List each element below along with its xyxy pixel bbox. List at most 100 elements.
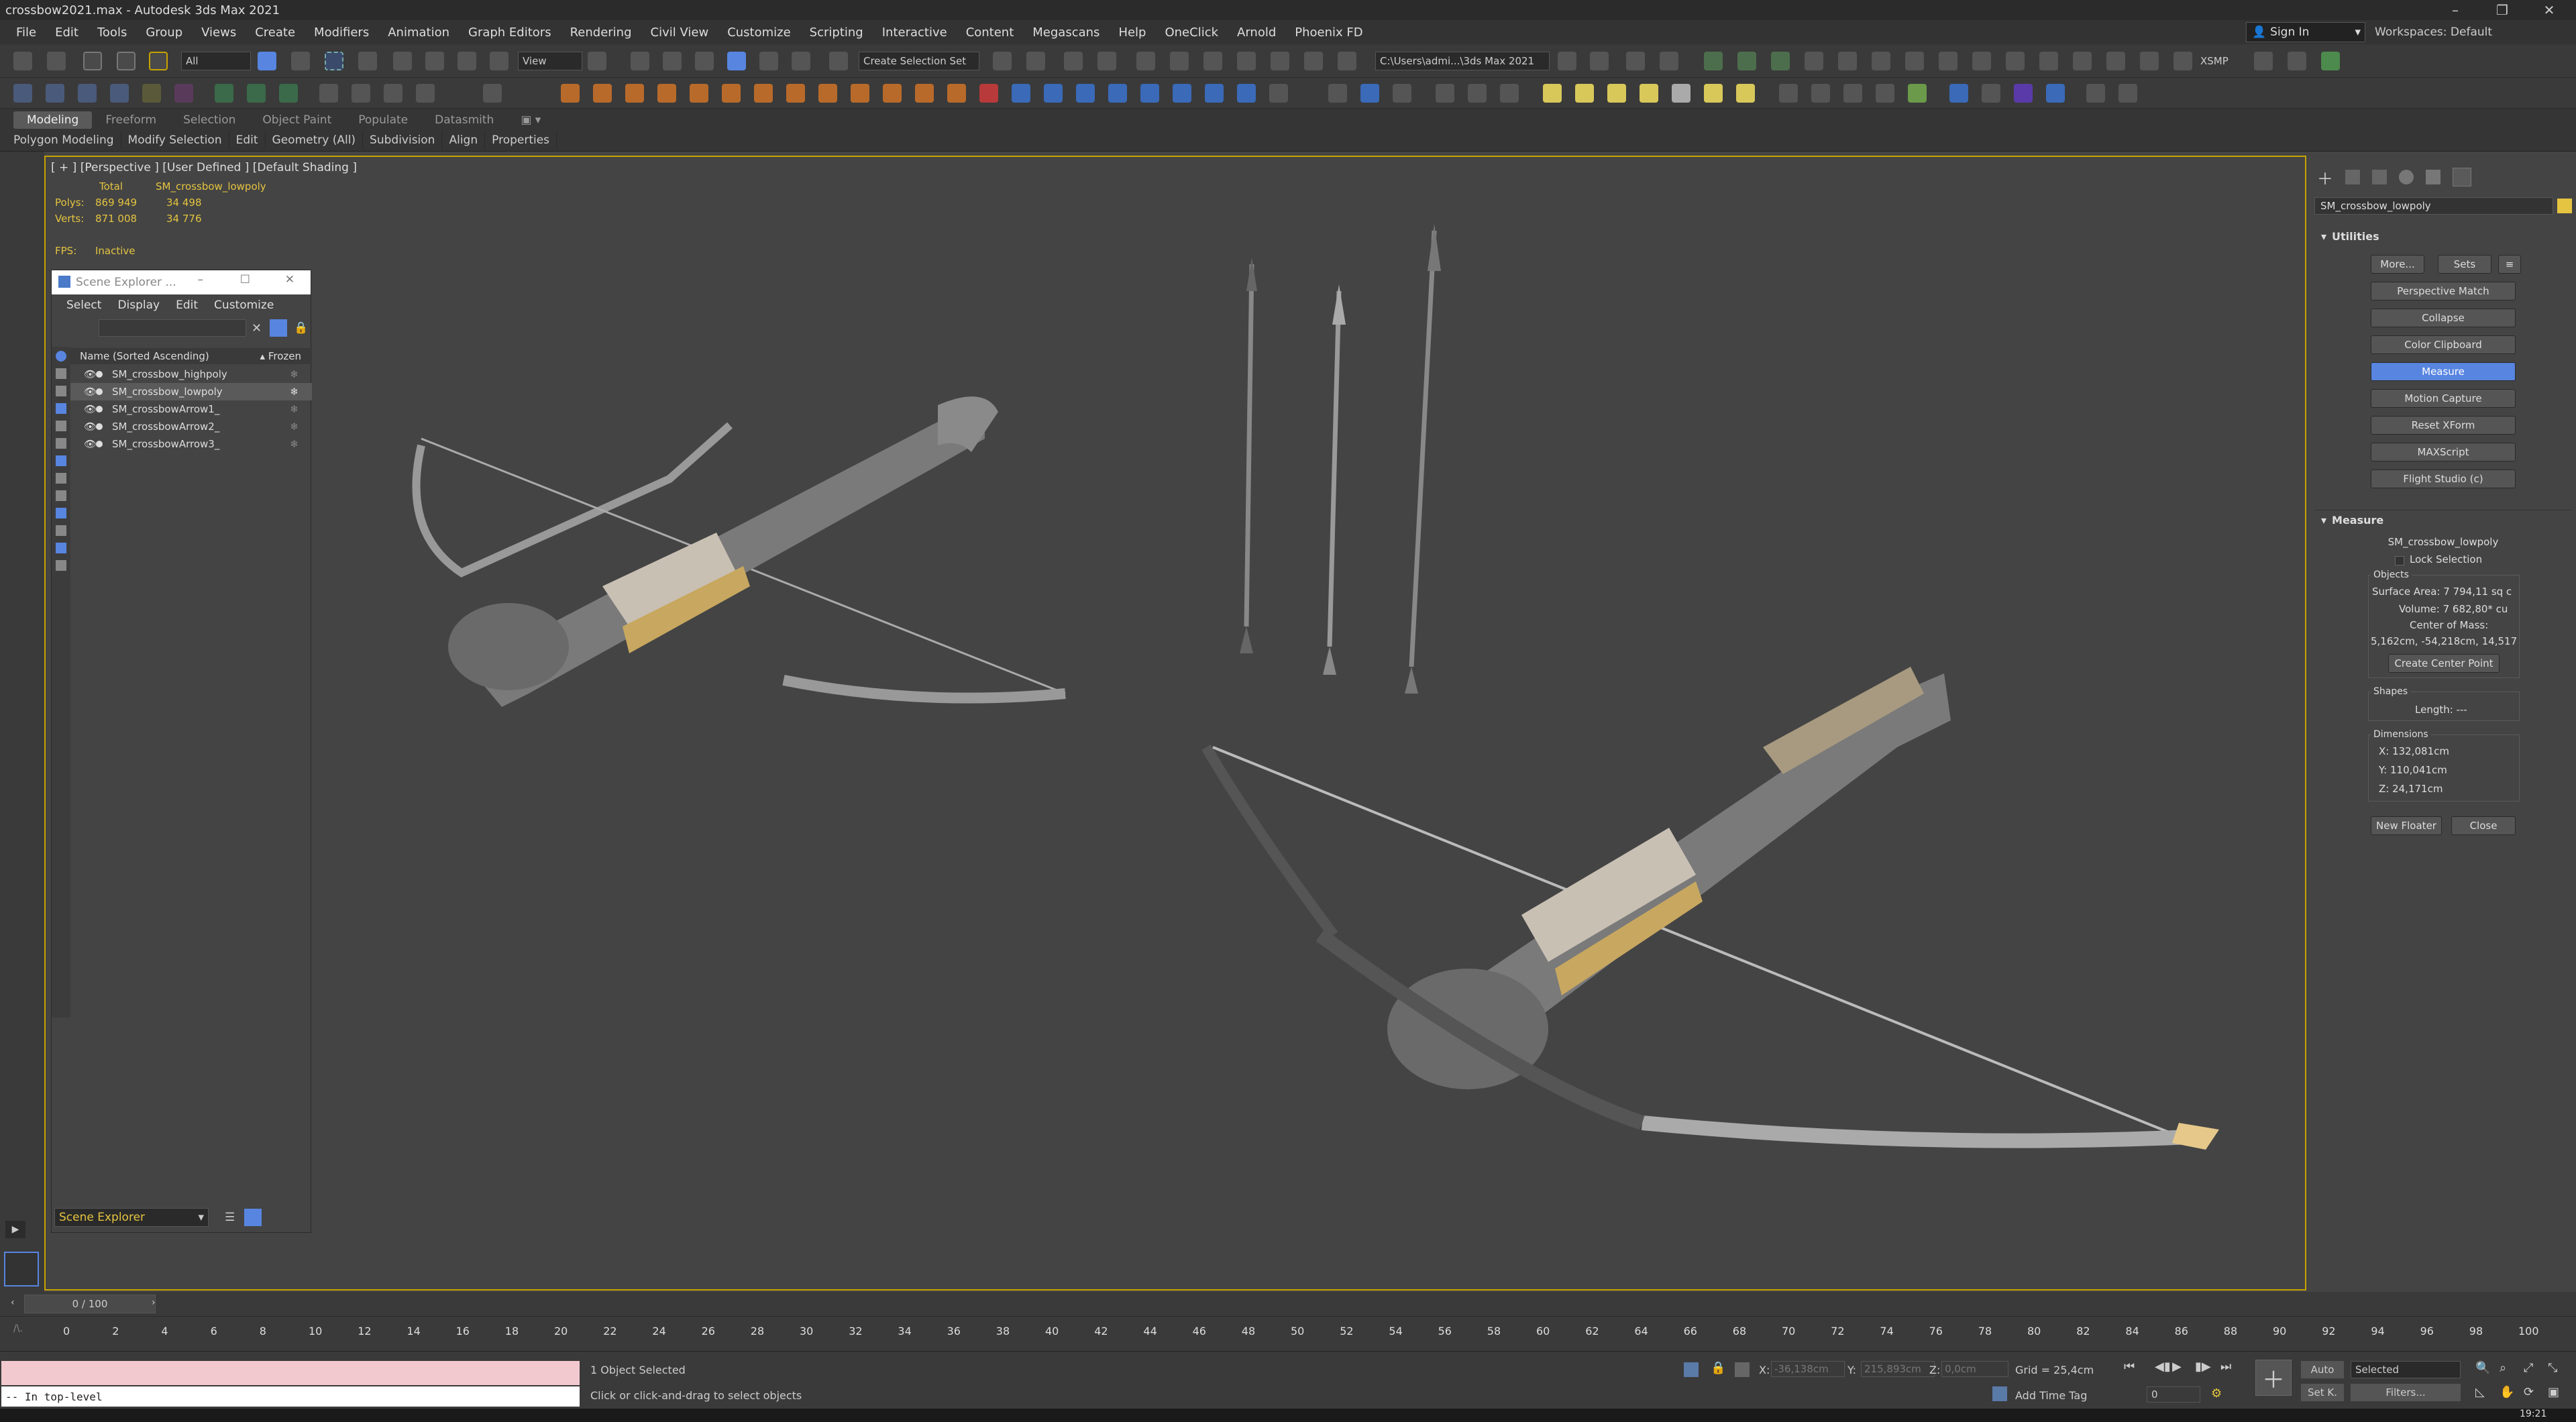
- expand-layout-icon[interactable]: ▶: [5, 1221, 25, 1238]
- z-coord-field[interactable]: 0,0cm: [1941, 1361, 2008, 1377]
- play-animation-icon[interactable]: ▶: [2172, 1360, 2182, 1374]
- scene-explorer-menu-display[interactable]: Display: [109, 298, 168, 312]
- scene-explorer-window[interactable]: Scene Explorer ... – ☐ ✕ Select Display …: [51, 270, 312, 1233]
- scene-row[interactable]: 👁 SM_crossbow_lowpoly ❄: [70, 383, 312, 400]
- menu-tools[interactable]: Tools: [88, 25, 136, 40]
- menu-customize[interactable]: Customize: [718, 25, 800, 40]
- menu-civil-view[interactable]: Civil View: [641, 25, 718, 40]
- render-production-icon[interactable]: [1338, 52, 1356, 70]
- phoenix-fire-icon-4[interactable]: [657, 84, 676, 103]
- phoenix-fire-icon-1[interactable]: [561, 84, 580, 103]
- scene-explorer-menu-customize[interactable]: Customize: [206, 298, 282, 312]
- auto-key-button[interactable]: Auto: [2301, 1361, 2344, 1378]
- render-icon-5[interactable]: [2086, 84, 2105, 103]
- pause-icon[interactable]: [384, 84, 402, 103]
- anim-tool-icon-4[interactable]: [319, 84, 338, 103]
- eye-icon[interactable]: 👁: [84, 421, 97, 433]
- display-cameras-icon[interactable]: [56, 421, 66, 431]
- configure-sets-icon[interactable]: ≡: [2498, 255, 2521, 274]
- render-icon-3[interactable]: [2014, 84, 2033, 103]
- plugin-icon-11[interactable]: [2039, 52, 2058, 70]
- window-crossing-icon[interactable]: [358, 52, 377, 70]
- phoenix-fire-icon-10[interactable]: [851, 84, 869, 103]
- utilities-tab-icon[interactable]: [2453, 168, 2471, 186]
- phoenix-liquid-icon-2[interactable]: [1044, 84, 1063, 103]
- select-object-icon[interactable]: [258, 52, 276, 70]
- container-icon-1[interactable]: [13, 84, 32, 103]
- light-icon-4[interactable]: [1640, 84, 1658, 103]
- render-toggle-icon[interactable]: [96, 423, 103, 430]
- scene-row[interactable]: 👁 SM_crossbowArrow2_ ❄: [70, 418, 312, 435]
- select-by-name-icon[interactable]: [291, 52, 310, 70]
- plugin-icon-4[interactable]: [1805, 52, 1823, 70]
- display-geometry-icon[interactable]: [56, 368, 66, 379]
- phoenix-fire-icon-5[interactable]: [690, 84, 708, 103]
- display-groups-icon[interactable]: [56, 473, 66, 484]
- vray-icon-3[interactable]: [1393, 84, 1411, 103]
- key-filters-button[interactable]: Filters...: [2351, 1384, 2461, 1401]
- create-center-point-button[interactable]: Create Center Point: [2388, 654, 2500, 673]
- pan-icon[interactable]: ✋: [2500, 1385, 2514, 1399]
- vray-icon-1[interactable]: [1328, 84, 1347, 103]
- motion-capture-button[interactable]: Motion Capture: [2371, 389, 2516, 408]
- plugin-icon-10[interactable]: [2006, 52, 2025, 70]
- column-frozen[interactable]: ▴ Frozen: [260, 350, 301, 362]
- filter-icon[interactable]: [270, 319, 288, 337]
- light-icon-5[interactable]: [1672, 84, 1690, 103]
- geometry-icon-5[interactable]: [1908, 84, 1927, 103]
- menu-phoenix-fd[interactable]: Phoenix FD: [1285, 25, 1372, 40]
- sets-button[interactable]: Sets: [2438, 255, 2491, 274]
- previous-key-icon[interactable]: ◀▮: [2155, 1360, 2171, 1374]
- menu-views[interactable]: Views: [192, 25, 246, 40]
- container-icon-4[interactable]: [110, 84, 129, 103]
- eye-icon[interactable]: 👁: [84, 438, 97, 450]
- display-spacewarps-icon[interactable]: [56, 455, 66, 466]
- render-toggle-icon[interactable]: [96, 371, 103, 378]
- previous-frame-icon[interactable]: ‹: [11, 1297, 23, 1311]
- close-icon[interactable]: ✕: [2529, 0, 2569, 20]
- set-project-folder-icon[interactable]: [1558, 52, 1576, 70]
- scene-explorer-search-input[interactable]: [99, 319, 246, 337]
- frozen-icon[interactable]: ❄: [290, 421, 299, 433]
- set-key-button[interactable]: Set K.: [2301, 1384, 2344, 1401]
- maximize-icon[interactable]: ☐: [240, 273, 250, 286]
- geometry-icon-3[interactable]: [1843, 84, 1862, 103]
- scene-explorer-selector[interactable]: Scene Explorer ▾: [54, 1208, 209, 1227]
- render-toggle-icon[interactable]: [96, 406, 103, 413]
- toggle-scene-explorer-icon[interactable]: [1064, 52, 1083, 70]
- object-color-swatch[interactable]: [2557, 199, 2572, 213]
- maximize-viewport-icon[interactable]: ▣: [2548, 1385, 2559, 1399]
- vray-icon-4[interactable]: [1436, 84, 1454, 103]
- plugin-icon-7[interactable]: [1905, 52, 1924, 70]
- scene-explorer-titlebar[interactable]: Scene Explorer ... – ☐ ✕: [52, 270, 311, 294]
- menu-megascans[interactable]: Megascans: [1023, 25, 1109, 40]
- move-icon[interactable]: [393, 52, 412, 70]
- color-clipboard-button[interactable]: Color Clipboard: [2371, 335, 2516, 354]
- placement-icon[interactable]: [490, 52, 508, 70]
- scene-row[interactable]: 👁 SM_crossbow_highpoly ❄: [70, 366, 312, 383]
- scale-icon[interactable]: [458, 52, 476, 70]
- add-time-tag[interactable]: Add Time Tag: [2015, 1389, 2087, 1402]
- measure-button[interactable]: Measure: [2371, 362, 2516, 381]
- container-icon-5[interactable]: [142, 84, 161, 103]
- display-helpers-icon[interactable]: [56, 438, 66, 449]
- phoenix-liquid-icon-3[interactable]: [1076, 84, 1095, 103]
- plugin-icon-18[interactable]: [2321, 52, 2340, 70]
- geometry-icon-2[interactable]: [1811, 84, 1830, 103]
- render-setup-icon[interactable]: [1271, 52, 1289, 70]
- menu-modifiers[interactable]: Modifiers: [305, 25, 378, 40]
- phoenix-list-icon[interactable]: [483, 84, 502, 103]
- panel-properties[interactable]: Properties: [485, 131, 557, 149]
- unlink-icon[interactable]: [117, 52, 136, 70]
- panel-polygon-modeling[interactable]: Polygon Modeling: [7, 131, 121, 149]
- plugin-icon-3[interactable]: [1771, 52, 1790, 70]
- crossbow-highpoly[interactable]: [412, 396, 1066, 707]
- maxscript-listener-output[interactable]: -- In top-level: [1, 1386, 580, 1407]
- phoenix-fire-icon-12[interactable]: [915, 84, 934, 103]
- panel-align[interactable]: Align: [442, 131, 486, 149]
- project-folder-dropdown[interactable]: C:\Users\admi...\3ds Max 2021: [1375, 52, 1550, 70]
- light-icon-3[interactable]: [1607, 84, 1626, 103]
- scene-row[interactable]: 👁 SM_crossbowArrow3_ ❄: [70, 435, 312, 453]
- sign-in-button[interactable]: 👤 Sign In ▾: [2246, 22, 2365, 42]
- display-xrefs-icon[interactable]: [56, 490, 66, 501]
